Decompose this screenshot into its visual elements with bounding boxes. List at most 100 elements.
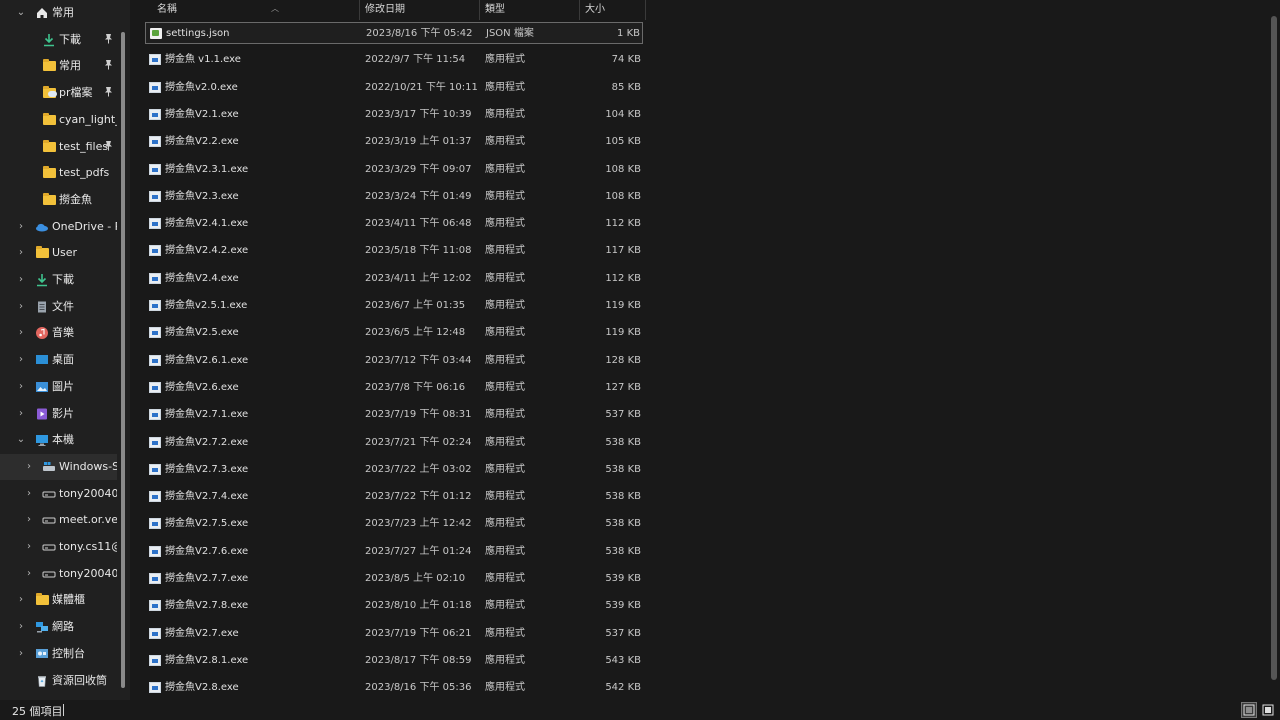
exe-file-icon	[149, 109, 161, 120]
file-row[interactable]: 撈金魚V2.3.1.exe 2023/3/29 下午 09:07 應用程式 108 K…	[145, 159, 643, 181]
sidebar-item[interactable]: ⌄ 常用	[0, 0, 117, 26]
sidebar-item-label: 圖片	[52, 380, 74, 393]
column-size-header[interactable]: 大小	[579, 0, 645, 20]
column-type-header[interactable]: 類型	[479, 0, 579, 20]
file-row[interactable]: 撈金魚V2.5.exe 2023/6/5 上午 12:48 應用程式 119 KB	[145, 322, 643, 344]
sidebar-item[interactable]: › User	[0, 240, 117, 266]
file-row[interactable]: 撈金魚V2.7.4.exe 2023/7/22 下午 01:12 應用程式 538 K…	[145, 486, 643, 508]
file-size: 542 KB	[605, 682, 641, 693]
file-row[interactable]: 撈金魚V2.7.exe 2023/7/19 下午 06:21 應用程式 537 KB	[145, 623, 643, 645]
file-row[interactable]: 撈金魚V2.6.exe 2023/7/8 下午 06:16 應用程式 127 KB	[145, 377, 643, 399]
sidebar-item[interactable]: 下載	[0, 27, 117, 53]
file-row[interactable]: 撈金魚v2.5.1.exe 2023/6/7 上午 01:35 應用程式 119 KB	[145, 295, 643, 317]
pin-icon	[104, 59, 114, 73]
chevron-right-icon[interactable]: ›	[16, 409, 26, 419]
details-view-button[interactable]	[1241, 702, 1257, 718]
file-row[interactable]: 撈金魚V2.7.1.exe 2023/7/19 下午 08:31 應用程式 537 K…	[145, 404, 643, 426]
file-name: 撈金魚V2.7.3.exe	[165, 464, 249, 475]
file-row[interactable]: 撈金魚V2.6.1.exe 2023/7/12 下午 03:44 應用程式 128 K…	[145, 350, 643, 372]
sidebar-item[interactable]: › Windows-SS	[0, 454, 117, 480]
file-row[interactable]: 撈金魚V2.7.3.exe 2023/7/22 上午 03:02 應用程式 538 K…	[145, 459, 643, 481]
sidebar-item[interactable]: › 文件	[0, 294, 117, 320]
chevron-right-icon[interactable]: ›	[16, 649, 26, 659]
column-name-header[interactable]: 名稱 ︿	[151, 0, 359, 20]
sidebar-item[interactable]: 撈金魚	[0, 187, 117, 213]
file-row[interactable]: 撈金魚V2.8.exe 2023/8/16 下午 05:36 應用程式 542 KB	[145, 677, 643, 699]
folder-icon	[42, 166, 56, 180]
sidebar-item[interactable]: test_files	[0, 134, 117, 160]
file-row[interactable]: 撈金魚V2.4.2.exe 2023/5/18 下午 11:08 應用程式 117 K…	[145, 240, 643, 262]
sidebar-item[interactable]: › 網路	[0, 614, 117, 640]
sidebar-item[interactable]: 資源回收筒	[0, 668, 117, 694]
sidebar-item[interactable]: › 媒體櫃	[0, 587, 117, 613]
column-divider[interactable]	[645, 0, 646, 20]
exe-file-icon	[149, 628, 161, 639]
sidebar-item[interactable]: › 桌面	[0, 347, 117, 373]
exe-file-icon	[149, 409, 161, 420]
chevron-down-icon[interactable]: ⌄	[16, 8, 26, 18]
sidebar-item[interactable]: 常用	[0, 53, 117, 79]
file-row[interactable]: 撈金魚V2.1.exe 2023/3/17 下午 10:39 應用程式 104 KB	[145, 104, 643, 126]
exe-file-icon	[149, 437, 161, 448]
file-row[interactable]: settings.json 2023/8/16 下午 05:42 JSON 檔案 1 …	[145, 22, 643, 44]
file-row[interactable]: 撈金魚 v1.1.exe 2022/9/7 下午 11:54 應用程式 74 KB	[145, 49, 643, 71]
sidebar-item[interactable]: › 影片	[0, 401, 117, 427]
chevron-right-icon[interactable]: ›	[16, 275, 26, 285]
exe-file-icon	[149, 573, 161, 584]
file-row[interactable]: 撈金魚V2.4.1.exe 2023/4/11 下午 06:48 應用程式 112 K…	[145, 213, 643, 235]
file-row[interactable]: 撈金魚V2.3.exe 2023/3/24 下午 01:49 應用程式 108 KB	[145, 186, 643, 208]
chevron-right-icon[interactable]: ›	[16, 355, 26, 365]
chevron-right-icon[interactable]: ›	[16, 382, 26, 392]
chevron-right-icon[interactable]: ›	[16, 595, 26, 605]
sidebar-item[interactable]: › tony.cs11@r	[0, 534, 117, 560]
chevron-right-icon[interactable]: ›	[16, 328, 26, 338]
file-row[interactable]: 撈金魚v2.0.exe 2022/10/21 下午 10:11 應用程式 85 KB	[145, 77, 643, 99]
large-icons-view-button[interactable]	[1260, 702, 1276, 718]
file-type: 應用程式	[485, 382, 525, 393]
sidebar-item[interactable]: › 控制台	[0, 641, 117, 667]
sidebar-item[interactable]: › meet.or.vege	[0, 507, 117, 533]
file-row[interactable]: 撈金魚V2.7.2.exe 2023/7/21 下午 02:24 應用程式 538 K…	[145, 432, 643, 454]
chevron-right-icon[interactable]: ›	[24, 489, 34, 499]
sidebar-item-label: meet.or.vege	[59, 513, 117, 526]
sidebar-item[interactable]: › 圖片	[0, 374, 117, 400]
sidebar-item[interactable]: › tony200404	[0, 481, 117, 507]
file-name: 撈金魚V2.6.1.exe	[165, 355, 249, 366]
file-size: 538 KB	[605, 518, 641, 529]
folder-icon	[42, 140, 56, 154]
large-icons-view-icon	[1262, 704, 1274, 716]
sidebar-item[interactable]: › OneDrive - Pe	[0, 214, 117, 240]
exe-file-icon	[149, 136, 161, 147]
file-row[interactable]: 撈金魚V2.4.exe 2023/4/11 上午 12:02 應用程式 112 KB	[145, 268, 643, 290]
file-modified: 2023/7/22 上午 03:02	[365, 464, 472, 475]
file-row[interactable]: 撈金魚V2.2.exe 2023/3/19 上午 01:37 應用程式 105 KB	[145, 131, 643, 153]
chevron-right-icon[interactable]: ›	[16, 622, 26, 632]
sidebar-item[interactable]: pr檔案	[0, 80, 117, 106]
chevron-right-icon[interactable]: ›	[16, 248, 26, 258]
sidebar-item[interactable]: › 音樂	[0, 320, 117, 346]
chevron-right-icon[interactable]: ›	[24, 515, 34, 525]
column-modified-header[interactable]: 修改日期	[359, 0, 479, 20]
file-row[interactable]: 撈金魚V2.8.1.exe 2023/8/17 下午 08:59 應用程式 543 K…	[145, 650, 643, 672]
file-modified: 2023/6/7 上午 01:35	[365, 300, 466, 311]
chevron-right-icon[interactable]: ›	[16, 222, 26, 232]
file-row[interactable]: 撈金魚V2.7.8.exe 2023/8/10 上午 01:18 應用程式 539 K…	[145, 595, 643, 617]
chevron-right-icon[interactable]: ›	[24, 569, 34, 579]
file-row[interactable]: 撈金魚V2.7.5.exe 2023/7/23 上午 12:42 應用程式 538 K…	[145, 513, 643, 535]
sidebar-item[interactable]: test_pdfs	[0, 160, 117, 186]
file-row[interactable]: 撈金魚V2.7.6.exe 2023/7/27 上午 01:24 應用程式 538 K…	[145, 541, 643, 563]
sidebar-item[interactable]: ⌄ 本機	[0, 427, 117, 453]
file-size: 112 KB	[605, 218, 641, 229]
sidebar-item[interactable]: cyan_light_e	[0, 107, 117, 133]
sidebar-item[interactable]: › 下載	[0, 267, 117, 293]
sidebar-item[interactable]: › tony200404	[0, 561, 117, 587]
file-size: 128 KB	[605, 355, 641, 366]
vertical-scrollbar[interactable]	[1271, 16, 1277, 680]
file-name: 撈金魚V2.8.exe	[165, 682, 239, 693]
sidebar-scrollbar[interactable]	[121, 32, 125, 688]
chevron-right-icon[interactable]: ›	[24, 462, 34, 472]
file-row[interactable]: 撈金魚V2.7.7.exe 2023/8/5 上午 02:10 應用程式 539 KB	[145, 568, 643, 590]
chevron-down-icon[interactable]: ⌄	[16, 435, 26, 445]
chevron-right-icon[interactable]: ›	[16, 302, 26, 312]
chevron-right-icon[interactable]: ›	[24, 542, 34, 552]
